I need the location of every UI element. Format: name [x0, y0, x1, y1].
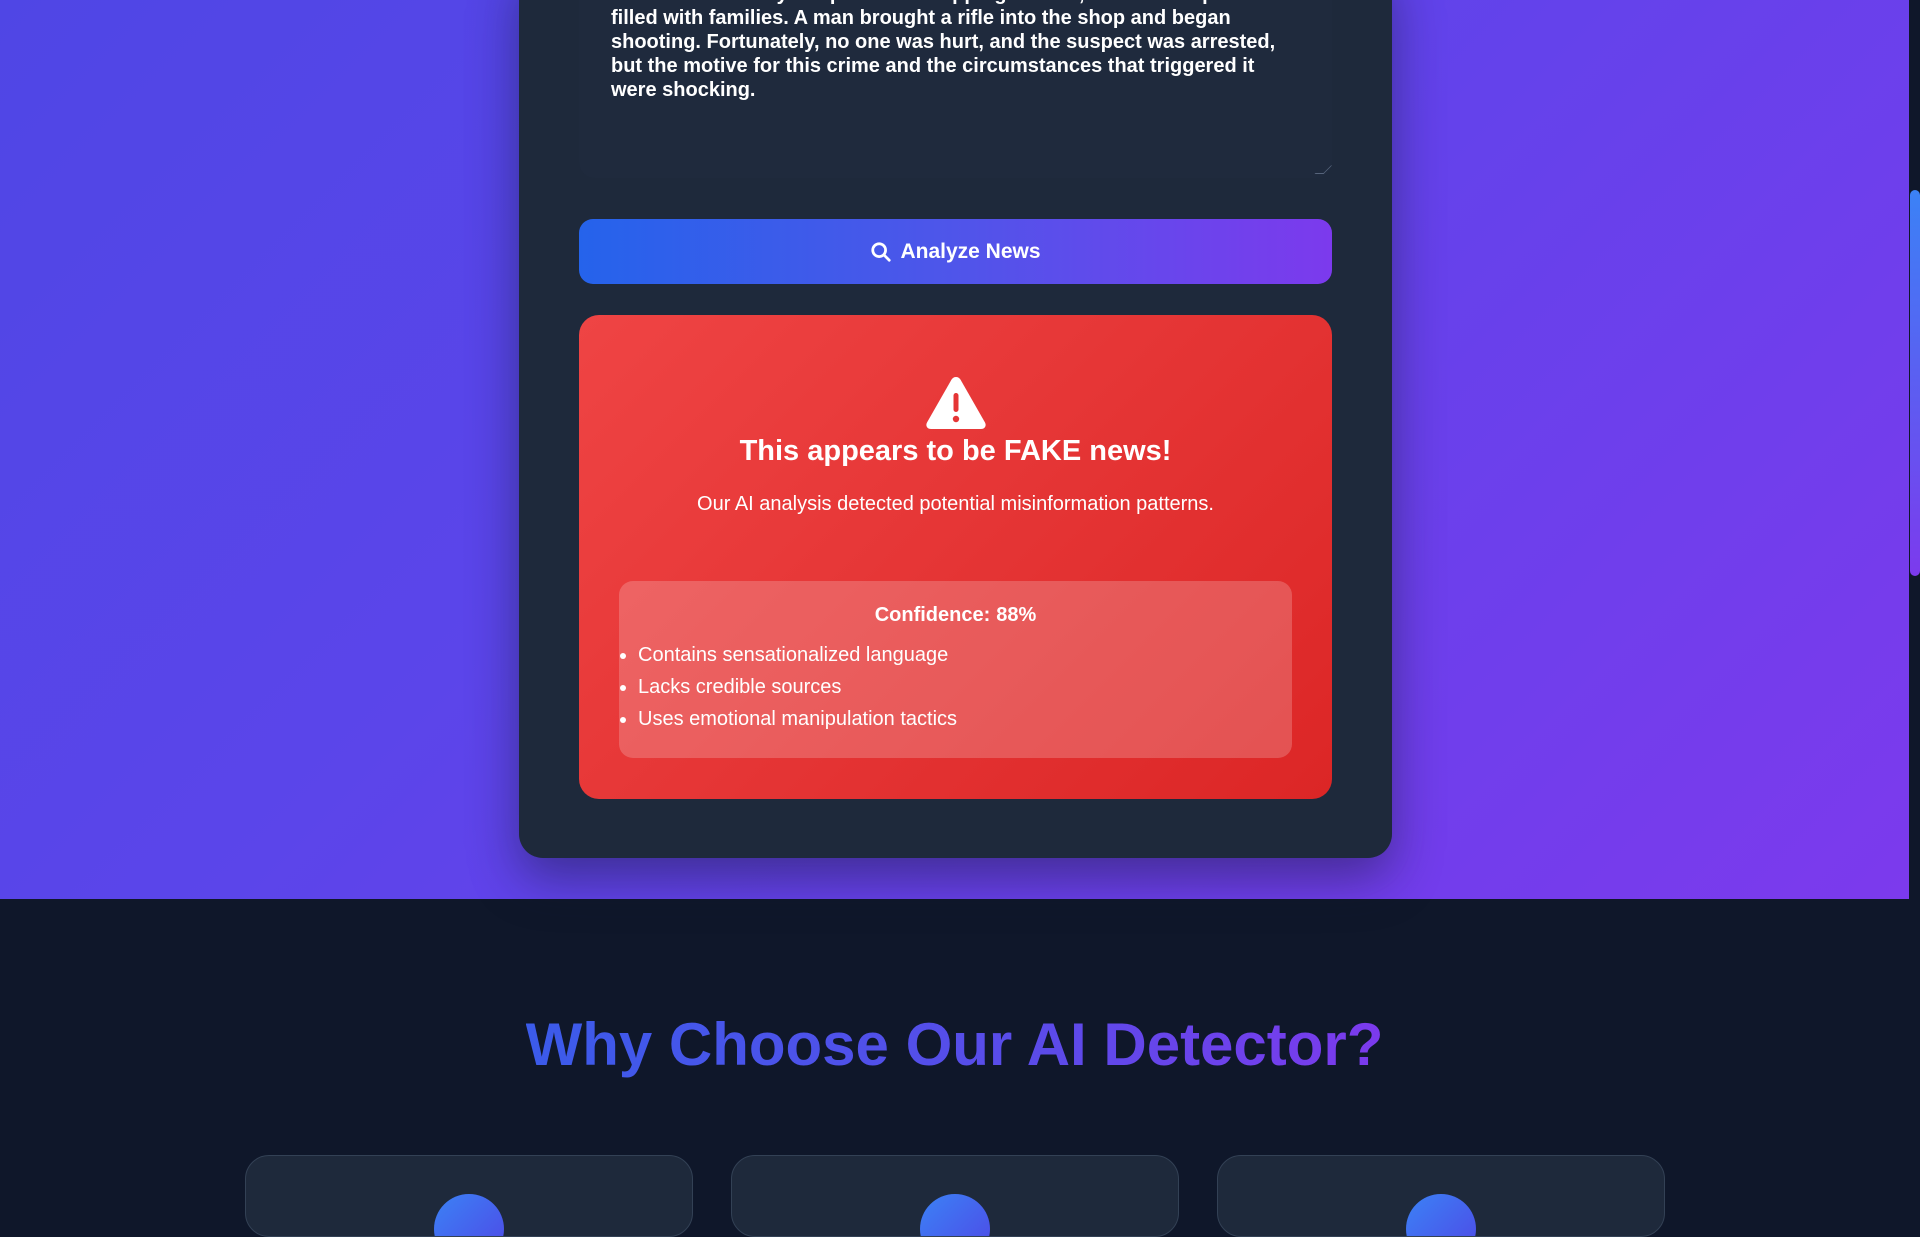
- feature-icon: [1406, 1194, 1476, 1236]
- feature-icon: [434, 1194, 504, 1236]
- list-item: Lacks credible sources: [638, 671, 957, 703]
- article-line: but the motive for this crime and the ci…: [611, 55, 1255, 77]
- article-line: filled with families. A man brought a ri…: [611, 7, 1231, 29]
- analyze-news-button[interactable]: Analyze News: [579, 219, 1332, 284]
- reasons-list: Contains sensationalized language Lacks …: [619, 639, 957, 735]
- scrollbar-thumb[interactable]: [1910, 190, 1920, 576]
- resize-handle[interactable]: [1314, 165, 1332, 174]
- confidence-value: 88%: [996, 604, 1037, 626]
- confidence-score: Confidence: 88%: [619, 604, 1292, 627]
- news-text-content: shop in northwestern Washington D.C. dur…: [611, 0, 1300, 102]
- analyze-button-label: Analyze News: [900, 239, 1041, 263]
- feature-card: [731, 1155, 1179, 1237]
- article-line: were shocking.: [611, 79, 756, 101]
- hero-section: shop in northwestern Washington D.C. dur…: [0, 0, 1909, 899]
- features-heading: Why Choose Our AI Detector?: [525, 1011, 1384, 1078]
- confidence-label: Confidence:: [874, 604, 991, 626]
- news-text-input[interactable]: shop in northwestern Washington D.C. dur…: [579, 0, 1332, 178]
- search-icon: [871, 241, 892, 262]
- feature-card: [245, 1155, 693, 1237]
- result-title: This appears to be FAKE news!: [739, 435, 1172, 467]
- analysis-details: Confidence:88% Contains sensationalized …: [619, 581, 1292, 758]
- scrollbar-track[interactable]: [1909, 0, 1920, 1200]
- feature-icon: [920, 1194, 990, 1236]
- list-item: Uses emotional manipulation tactics: [638, 703, 957, 735]
- result-subtitle: Our AI analysis detected potential misin…: [697, 493, 1214, 515]
- feature-card: [1217, 1155, 1665, 1237]
- list-item: Contains sensationalized language: [638, 639, 957, 671]
- article-line: shooting. Fortunately, no one was hurt, …: [611, 31, 1276, 53]
- analyzer-card: shop in northwestern Washington D.C. dur…: [519, 0, 1392, 858]
- fake-news-result: This appears to be FAKE news! Our AI ana…: [579, 315, 1332, 799]
- warning-triangle-icon: [926, 377, 986, 429]
